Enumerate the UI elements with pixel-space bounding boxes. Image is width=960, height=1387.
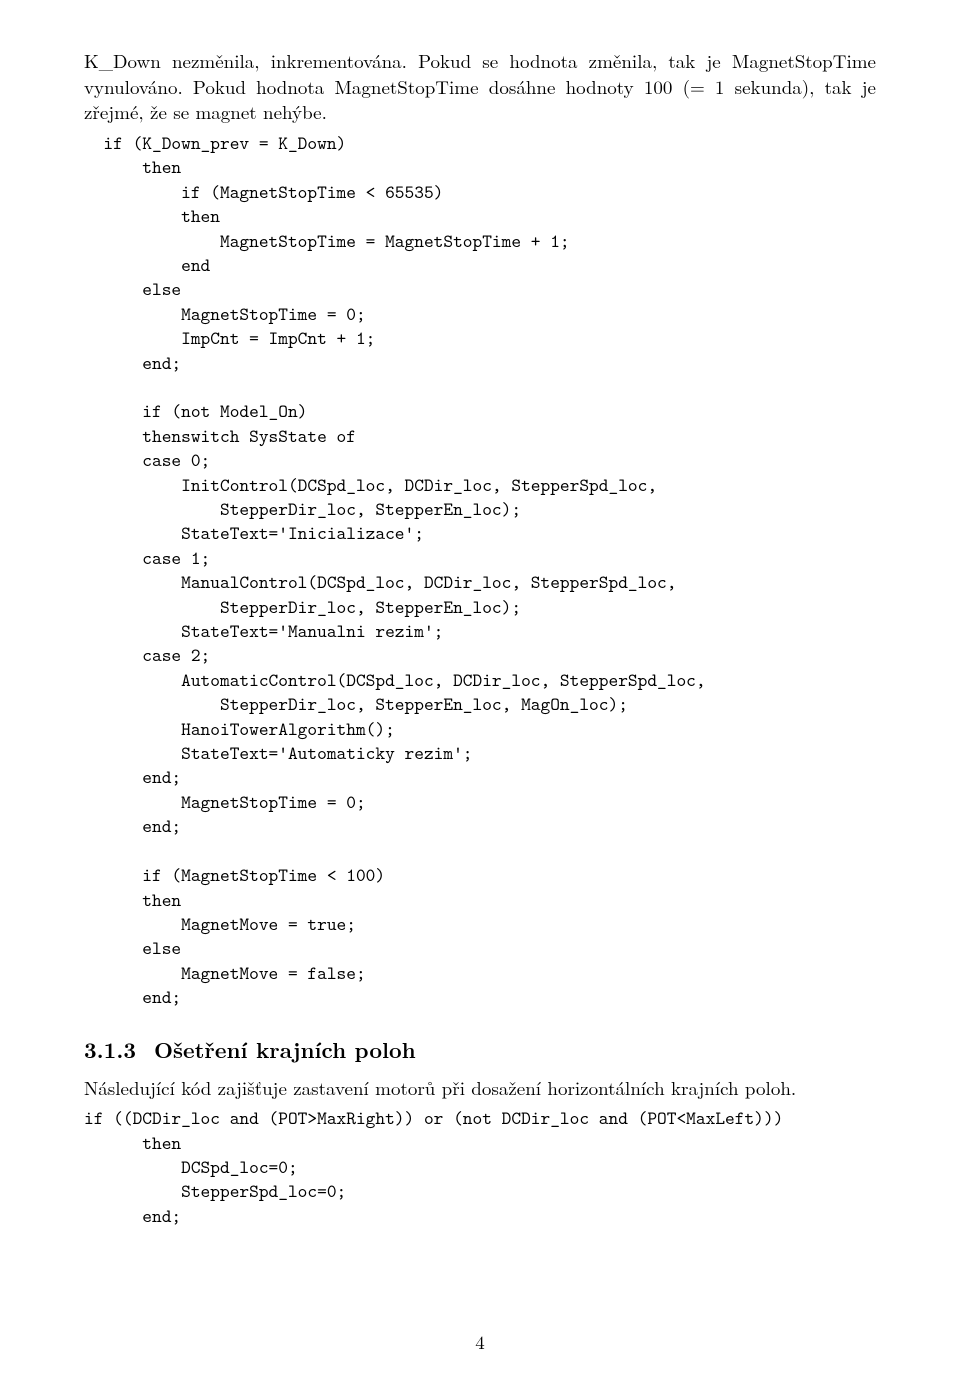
code-block-1: if (K_Down_prev = K_Down) then if (Magne… bbox=[84, 131, 876, 1010]
intro-paragraph: K_Down nezměnila, inkrementována. Pokud … bbox=[84, 48, 876, 125]
code-block-2: if ((DCDir_loc and (POT>MaxRight)) or (n… bbox=[84, 1106, 876, 1228]
section-heading: 3.1.3 Ošetření krajních poloh bbox=[84, 1034, 876, 1065]
paragraph-2: Následující kód zajišťuje zastavení moto… bbox=[84, 1075, 876, 1101]
heading-number: 3.1.3 bbox=[84, 1034, 136, 1065]
page-number: 4 bbox=[0, 1328, 960, 1355]
page-container: K_Down nezměnila, inkrementována. Pokud … bbox=[0, 0, 960, 1387]
heading-title: Ošetření krajních poloh bbox=[154, 1034, 416, 1065]
